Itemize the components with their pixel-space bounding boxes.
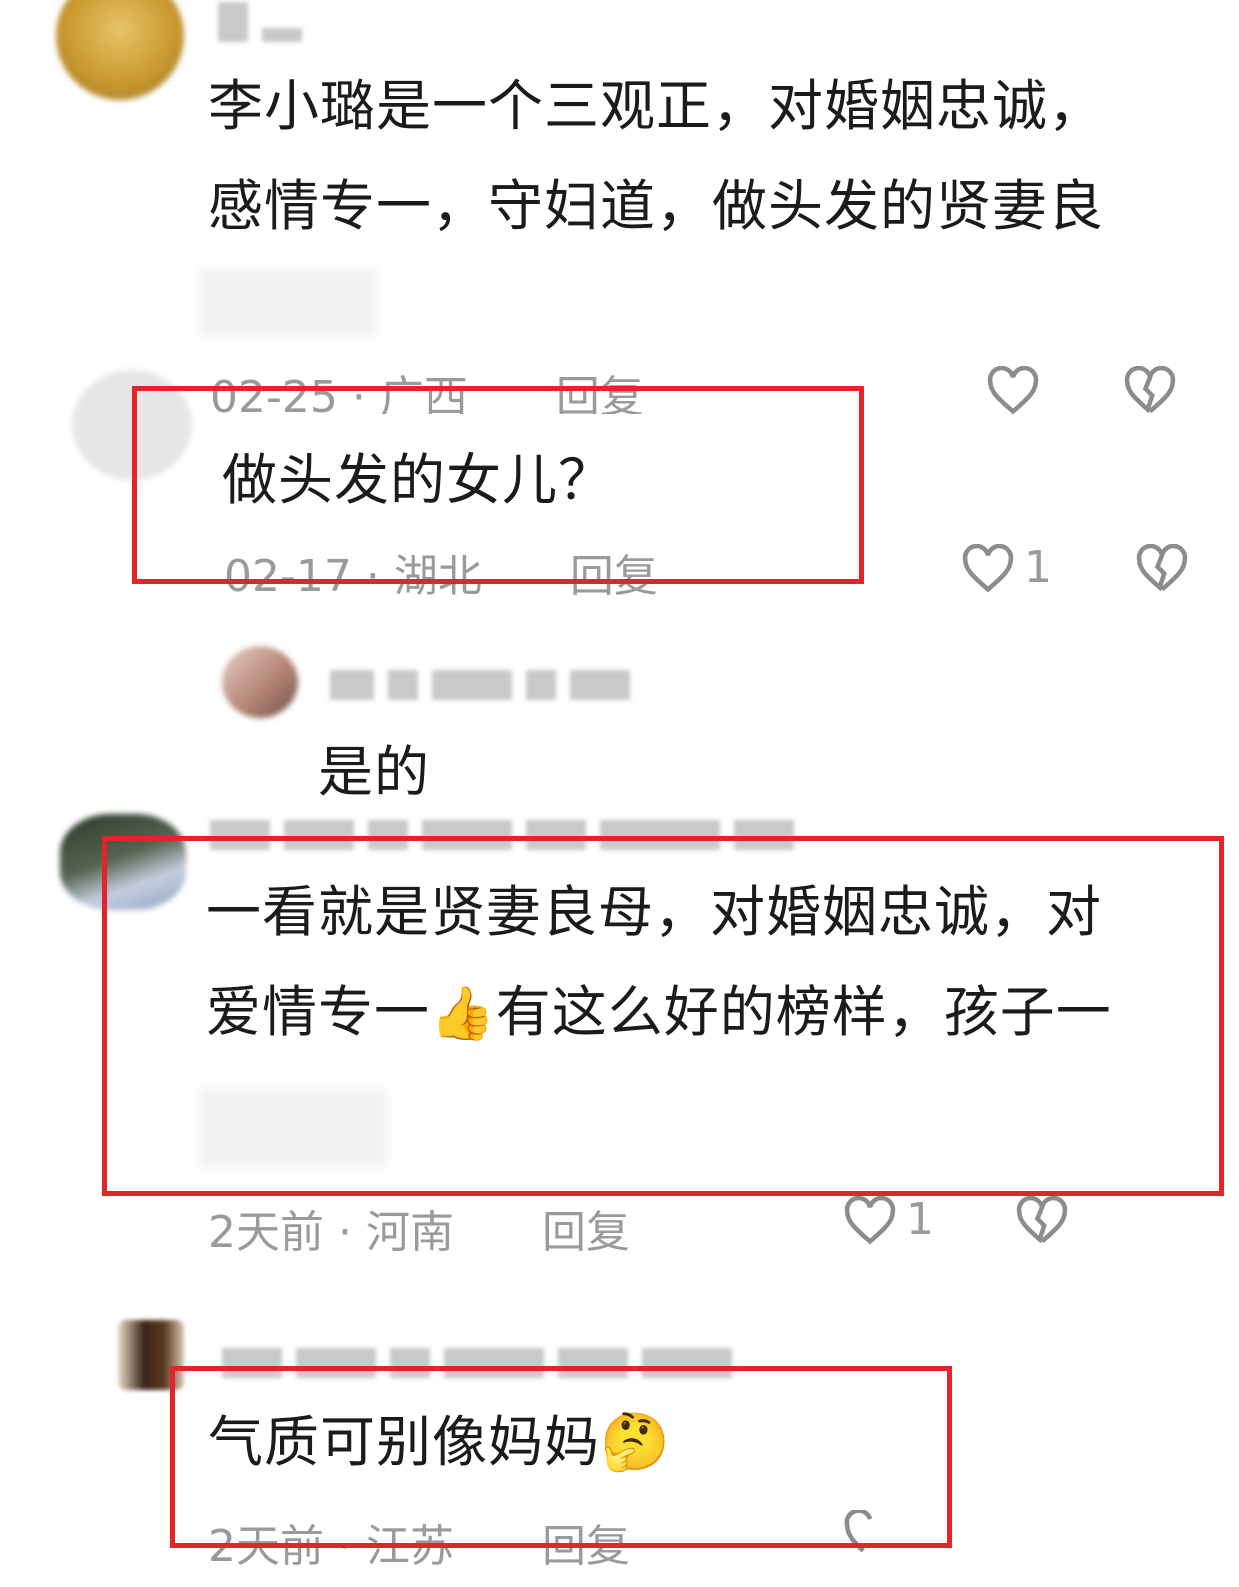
broken-heart-icon[interactable] [1134, 544, 1190, 594]
heart-icon[interactable] [985, 366, 1041, 416]
broken-heart-icon[interactable] [1122, 366, 1178, 416]
username[interactable] [330, 670, 644, 704]
highlight-box [132, 386, 864, 584]
comment-text: 李小璐是一个三观正，对婚姻忠诚， 感情专一，守妇道，做头发的贤妻良 [208, 74, 1105, 238]
comment-date: 2天前 [208, 1207, 324, 1258]
like-count: 1 [906, 1194, 934, 1245]
highlight-box [102, 836, 1224, 1196]
highlight-box [170, 1366, 952, 1548]
avatar[interactable] [222, 646, 298, 718]
comment-meta: 2天前 · 河南 回复 [208, 1207, 630, 1258]
username[interactable] [218, 2, 316, 46]
comment-location: 河南 [366, 1207, 454, 1258]
reply-text: 是的 [318, 740, 431, 804]
like-count: 1 [1024, 542, 1052, 593]
heart-icon[interactable] [960, 544, 1016, 594]
heart-icon[interactable] [842, 1196, 898, 1246]
reply-button[interactable]: 回复 [542, 1207, 630, 1258]
collapsed-text-blur [198, 268, 378, 338]
broken-heart-icon[interactable] [1014, 1196, 1070, 1246]
avatar[interactable] [56, 0, 184, 100]
